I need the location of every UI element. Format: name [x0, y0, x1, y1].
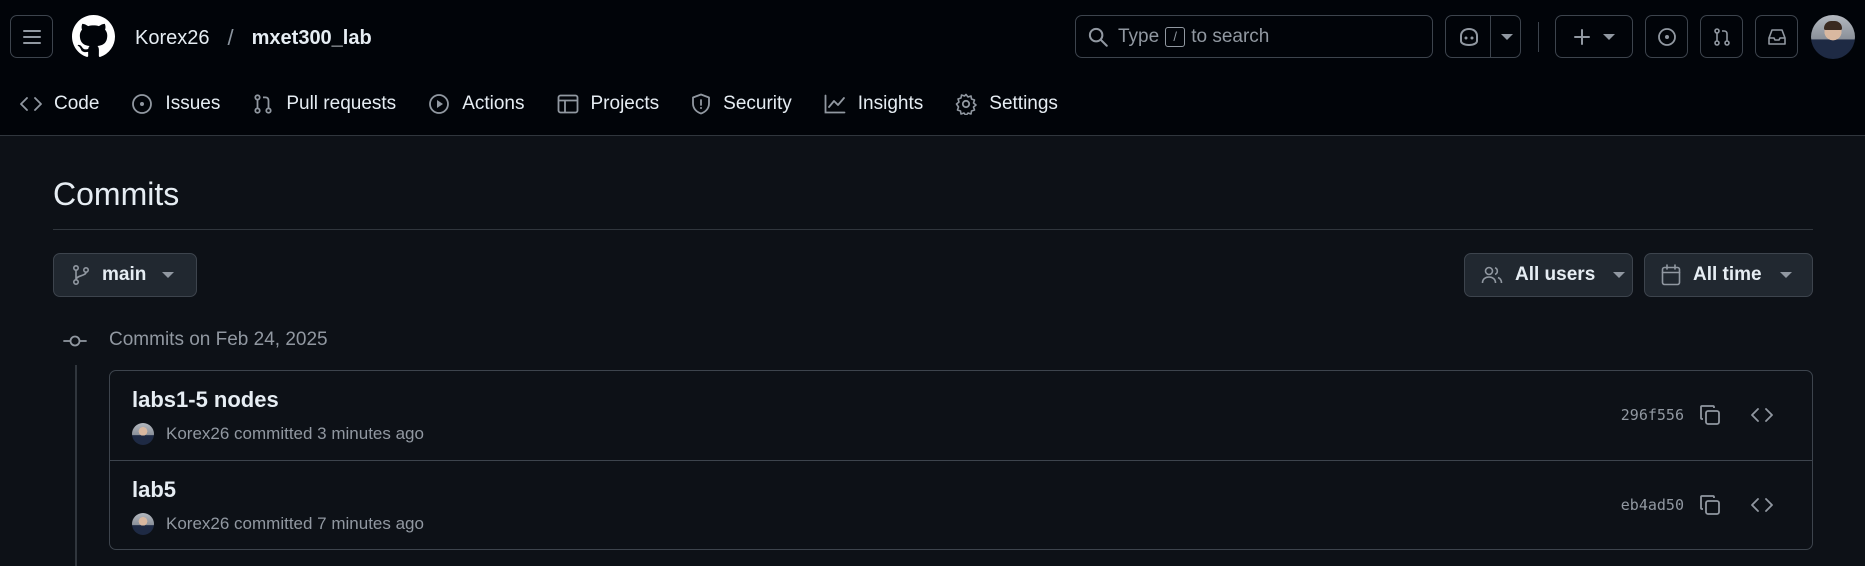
menu-button[interactable] — [10, 15, 53, 58]
branch-label: main — [102, 264, 147, 285]
search-placeholder-suffix: to search — [1191, 25, 1270, 47]
commit-sha-link[interactable]: 296f556 — [1621, 406, 1684, 424]
branch-icon — [72, 264, 90, 286]
commit-timeline-line — [75, 365, 77, 566]
issue-icon — [1657, 27, 1676, 46]
chevron-down-icon — [162, 272, 175, 278]
pull-request-icon — [1713, 27, 1730, 46]
title-divider — [53, 229, 1813, 230]
tab-label: Security — [723, 93, 792, 114]
copy-sha-button[interactable] — [1696, 491, 1724, 519]
create-new-button[interactable] — [1555, 15, 1633, 58]
tab-label: Actions — [462, 93, 525, 114]
code-icon — [20, 97, 42, 111]
code-icon — [1751, 498, 1773, 512]
chevron-down-icon — [1603, 33, 1615, 40]
github-logo-icon[interactable] — [72, 15, 115, 58]
tab-label: Projects — [590, 93, 660, 114]
copilot-icon — [1460, 27, 1478, 47]
commit-timeline-icon — [63, 335, 87, 347]
tab-label: Code — [54, 93, 100, 114]
author-avatar[interactable] — [132, 513, 154, 535]
commit-message-link[interactable]: lab5 — [132, 477, 176, 503]
tab-pull-requests[interactable]: Pull requests — [252, 93, 396, 115]
commit-list: labs1-5 nodes Korex26 committed 3 minute… — [109, 370, 1813, 550]
copilot-button[interactable] — [1445, 15, 1521, 58]
tab-code[interactable]: Code — [20, 93, 99, 115]
tab-insights[interactable]: Insights — [824, 93, 923, 115]
tab-label: Issues — [165, 93, 221, 114]
tab-projects[interactable]: Projects — [557, 93, 660, 115]
tab-issues[interactable]: Issues — [131, 93, 220, 115]
commit-meta: Korex26 committed 7 minutes ago — [132, 513, 424, 535]
play-icon — [429, 94, 450, 114]
copy-sha-button[interactable] — [1696, 401, 1724, 429]
chevron-down-icon — [1613, 272, 1626, 278]
commit-group-date: Commits on Feb 24, 2025 — [109, 329, 328, 350]
commit-meta: Korex26 committed 3 minutes ago — [132, 423, 424, 445]
commit-row: lab5 Korex26 committed 7 minutes ago eb4… — [110, 460, 1812, 549]
calendar-icon — [1661, 264, 1681, 286]
shield-icon — [692, 93, 711, 115]
breadcrumb-repo-link[interactable]: mxet300_lab — [252, 27, 372, 50]
tab-label: Settings — [989, 93, 1058, 114]
search-shortcut-key: / — [1165, 26, 1186, 47]
inbox-button[interactable] — [1755, 15, 1798, 58]
tab-settings[interactable]: Settings — [955, 93, 1058, 115]
breadcrumb-separator: / — [227, 25, 234, 50]
time-filter-label: All time — [1693, 264, 1762, 285]
tab-security[interactable]: Security — [691, 93, 792, 115]
copy-icon — [1700, 495, 1720, 515]
search-input[interactable]: Type / to search — [1075, 15, 1433, 58]
issue-icon — [132, 94, 153, 114]
search-icon — [1088, 27, 1108, 47]
code-icon — [1751, 408, 1773, 422]
tab-actions[interactable]: Actions — [428, 93, 525, 115]
users-filter[interactable]: All users — [1464, 253, 1633, 297]
tab-label: Insights — [857, 93, 924, 114]
browse-files-button[interactable] — [1748, 401, 1776, 429]
inbox-icon — [1767, 28, 1786, 45]
user-avatar[interactable] — [1811, 15, 1855, 59]
author-avatar[interactable] — [132, 423, 154, 445]
branch-selector[interactable]: main — [53, 253, 197, 297]
commit-meta-text: Korex26 committed 7 minutes ago — [166, 514, 424, 533]
plus-icon — [1574, 28, 1590, 45]
repo-nav: Code Issues Pull requests Actions Projec… — [0, 84, 1090, 124]
app-header: Korex26 / mxet300_lab Type / to search C… — [0, 0, 1865, 136]
commit-sha-link[interactable]: eb4ad50 — [1621, 496, 1684, 514]
users-filter-label: All users — [1515, 264, 1596, 285]
commit-message-link[interactable]: labs1-5 nodes — [132, 387, 279, 413]
commit-row: labs1-5 nodes Korex26 committed 3 minute… — [110, 371, 1812, 460]
hamburger-icon — [22, 29, 41, 44]
graph-icon — [824, 94, 846, 114]
people-icon — [1481, 266, 1503, 284]
search-placeholder-prefix: Type — [1118, 25, 1160, 47]
pull-requests-button[interactable] — [1700, 15, 1743, 58]
copy-icon — [1700, 405, 1720, 425]
breadcrumb: Korex26 / mxet300_lab — [135, 25, 372, 51]
issues-button[interactable] — [1645, 15, 1688, 58]
time-filter[interactable]: All time — [1644, 253, 1813, 297]
table-icon — [557, 94, 578, 114]
page-title: Commits — [53, 176, 180, 212]
browse-files-button[interactable] — [1748, 491, 1776, 519]
copilot-dropdown-caret[interactable] — [1501, 34, 1513, 40]
breadcrumb-owner-link[interactable]: Korex26 — [135, 27, 210, 50]
tab-label: Pull requests — [286, 93, 397, 114]
chevron-down-icon — [1779, 272, 1792, 278]
commit-meta-text: Korex26 committed 3 minutes ago — [166, 424, 424, 443]
gear-icon — [955, 93, 978, 115]
pull-request-icon — [254, 94, 272, 114]
